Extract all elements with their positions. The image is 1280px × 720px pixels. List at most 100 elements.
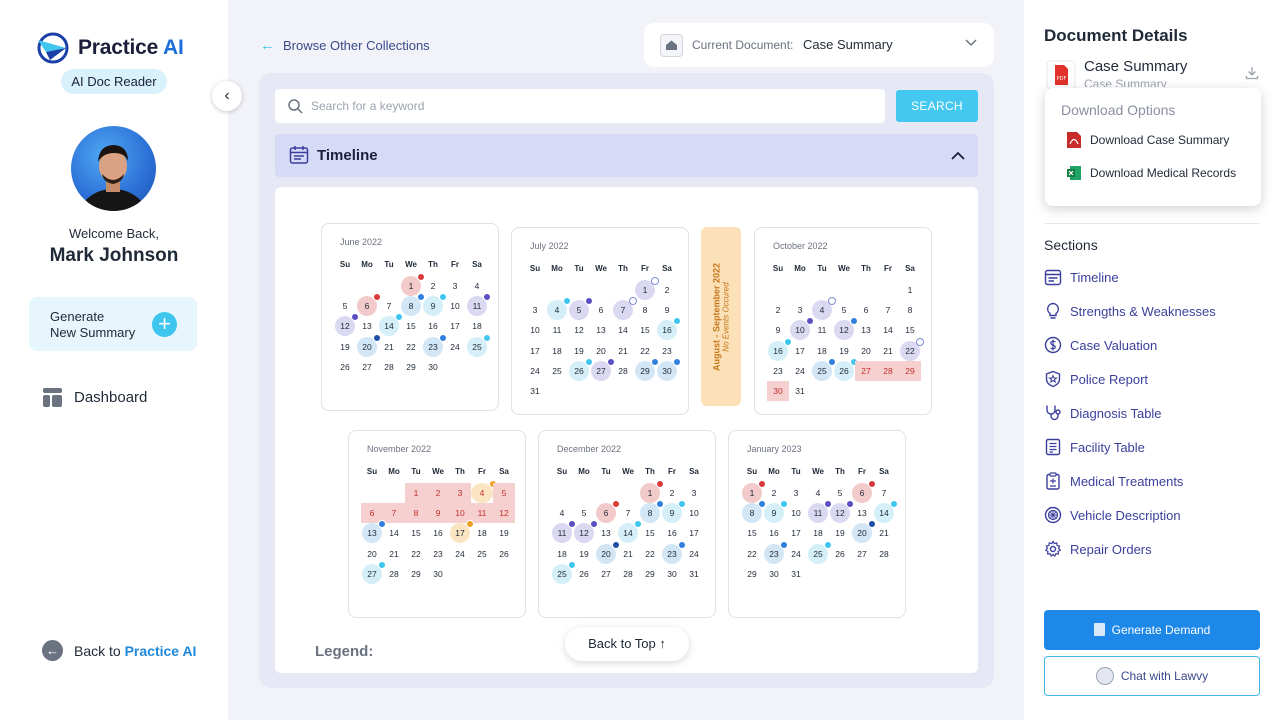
calendar-day[interactable]: 10 (790, 317, 814, 341)
calendar-day[interactable]: 4 (471, 480, 497, 503)
calendar-day[interactable]: 12 (569, 320, 589, 340)
calendar-day[interactable]: 16 (657, 317, 681, 341)
calendar-day[interactable]: 13 (591, 320, 611, 340)
brand-logo[interactable]: Practice AI (36, 32, 184, 64)
calendar-day[interactable]: 3 (525, 300, 545, 320)
calendar-day[interactable]: 25 (812, 357, 836, 381)
current-document-select[interactable]: Current Document: Case Summary (644, 23, 994, 67)
calendar-day[interactable]: 4 (547, 297, 571, 321)
calendar-day[interactable]: 21 (613, 341, 633, 361)
calendar-day[interactable]: 12 (335, 313, 359, 337)
calendar-day[interactable]: 22 (640, 544, 660, 564)
calendar-day[interactable]: 12 (574, 520, 598, 544)
collapse-sidebar-button[interactable]: ‹ (212, 81, 242, 111)
calendar-day[interactable]: 20 (357, 333, 381, 357)
calendar-day[interactable]: 18 (808, 523, 828, 543)
calendar-day[interactable]: 23 (423, 333, 447, 357)
back-to-top-button[interactable]: Back to Top ↑ (565, 627, 689, 661)
calendar-day[interactable]: 12 (830, 500, 854, 524)
calendar-day[interactable]: 13 (357, 316, 377, 336)
search-input[interactable] (311, 89, 871, 123)
calendar-day[interactable]: 9 (764, 500, 788, 524)
calendar-day[interactable]: 27 (596, 564, 616, 584)
calendar-day[interactable]: 8 (635, 300, 655, 320)
calendar-day[interactable]: 4 (812, 297, 836, 321)
calendar-day[interactable]: 7 (878, 300, 898, 320)
calendar-day[interactable]: 1 (635, 277, 659, 300)
calendar-day[interactable]: 23 (662, 540, 686, 564)
calendar-day[interactable]: 26 (569, 357, 593, 381)
calendar-day[interactable]: 13 (362, 520, 386, 544)
calendar-day[interactable]: 21 (384, 544, 404, 564)
calendar-day[interactable]: 11 (547, 320, 567, 340)
calendar-day[interactable]: 15 (742, 523, 762, 543)
event-marker[interactable] (483, 333, 491, 342)
calendar-day[interactable]: 14 (878, 320, 898, 340)
calendar-day[interactable]: 29 (406, 564, 426, 584)
calendar-day[interactable]: 11 (471, 503, 493, 524)
calendar-day[interactable]: 28 (618, 564, 638, 584)
calendar-day[interactable]: 19 (830, 523, 850, 543)
calendar-day[interactable]: 17 (684, 523, 704, 543)
calendar-day[interactable]: 6 (596, 500, 620, 524)
calendar-day[interactable]: 15 (406, 523, 426, 543)
section-item-timeline[interactable]: Timeline (1044, 268, 1119, 286)
calendar-day[interactable]: 24 (450, 544, 470, 564)
calendar-day[interactable]: 5 (569, 297, 593, 321)
calendar-day[interactable]: 2 (657, 280, 677, 300)
calendar-day[interactable]: 2 (427, 483, 449, 503)
calendar-day[interactable]: 6 (357, 293, 381, 317)
generate-demand-button[interactable]: Generate Demand (1044, 610, 1260, 650)
calendar-day[interactable]: 20 (596, 540, 620, 564)
section-item-diagnosis-table[interactable]: Diagnosis Table (1044, 404, 1162, 422)
calendar-day[interactable]: 25 (472, 544, 492, 564)
calendar-day[interactable]: 12 (493, 503, 515, 524)
calendar-day[interactable]: 1 (405, 483, 427, 503)
calendar-day[interactable]: 12 (834, 317, 858, 341)
calendar-day[interactable]: 26 (335, 357, 355, 377)
section-item-case-valuation[interactable]: Case Valuation (1044, 336, 1157, 354)
download-medical-records-item[interactable]: Download Medical Records (1066, 165, 1236, 181)
calendar-day[interactable]: 18 (472, 523, 492, 543)
event-marker[interactable] (673, 357, 681, 366)
calendar-day[interactable]: 8 (900, 300, 920, 320)
calendar-day[interactable]: 23 (768, 361, 788, 381)
calendar-day[interactable]: 15 (640, 523, 660, 543)
calendar-day[interactable]: 17 (445, 316, 465, 336)
calendar-day[interactable]: 29 (742, 564, 762, 584)
section-item-repair-orders[interactable]: Repair Orders (1044, 540, 1152, 558)
search-button[interactable]: SEARCH (896, 90, 978, 122)
calendar-day[interactable]: 6 (591, 300, 611, 320)
calendar-day[interactable]: 24 (445, 337, 465, 357)
calendar-day[interactable]: 28 (877, 360, 899, 381)
calendar-day[interactable]: 29 (640, 564, 660, 584)
calendar-day[interactable]: 11 (808, 500, 832, 524)
calendar-day[interactable]: 17 (790, 341, 810, 361)
calendar-day[interactable]: 28 (874, 544, 894, 564)
calendar-day[interactable]: 11 (552, 520, 576, 544)
calendar-day[interactable]: 10 (445, 296, 465, 316)
generate-new-summary-button[interactable]: Generate New Summary + (29, 297, 197, 351)
calendar-day[interactable]: 14 (618, 520, 642, 544)
calendar-day[interactable]: 14 (384, 523, 404, 543)
calendar-day[interactable]: 20 (856, 341, 876, 361)
calendar-day[interactable]: 3 (684, 483, 704, 503)
event-marker[interactable] (916, 337, 924, 346)
calendar-day[interactable]: 11 (467, 293, 491, 317)
calendar-day[interactable]: 1 (900, 280, 920, 300)
calendar-day[interactable]: 8 (640, 500, 664, 524)
calendar-day[interactable]: 17 (786, 523, 806, 543)
calendar-day[interactable]: 30 (764, 564, 784, 584)
calendar-day[interactable]: 27 (362, 560, 386, 584)
section-item-facility-table[interactable]: Facility Table (1044, 438, 1145, 456)
calendar-day[interactable]: 18 (467, 316, 487, 336)
calendar-day[interactable]: 8 (742, 500, 766, 524)
calendar-day[interactable]: 16 (662, 523, 682, 543)
calendar-day[interactable]: 25 (808, 540, 832, 564)
calendar-day[interactable]: 28 (613, 361, 633, 381)
calendar-day[interactable]: 16 (768, 337, 792, 361)
back-to-practice-ai-link[interactable]: ← Back to Practice AI (42, 640, 196, 661)
calendar-day[interactable]: 13 (856, 320, 876, 340)
calendar-day[interactable]: 26 (494, 544, 514, 564)
calendar-day[interactable]: 3 (449, 483, 471, 503)
